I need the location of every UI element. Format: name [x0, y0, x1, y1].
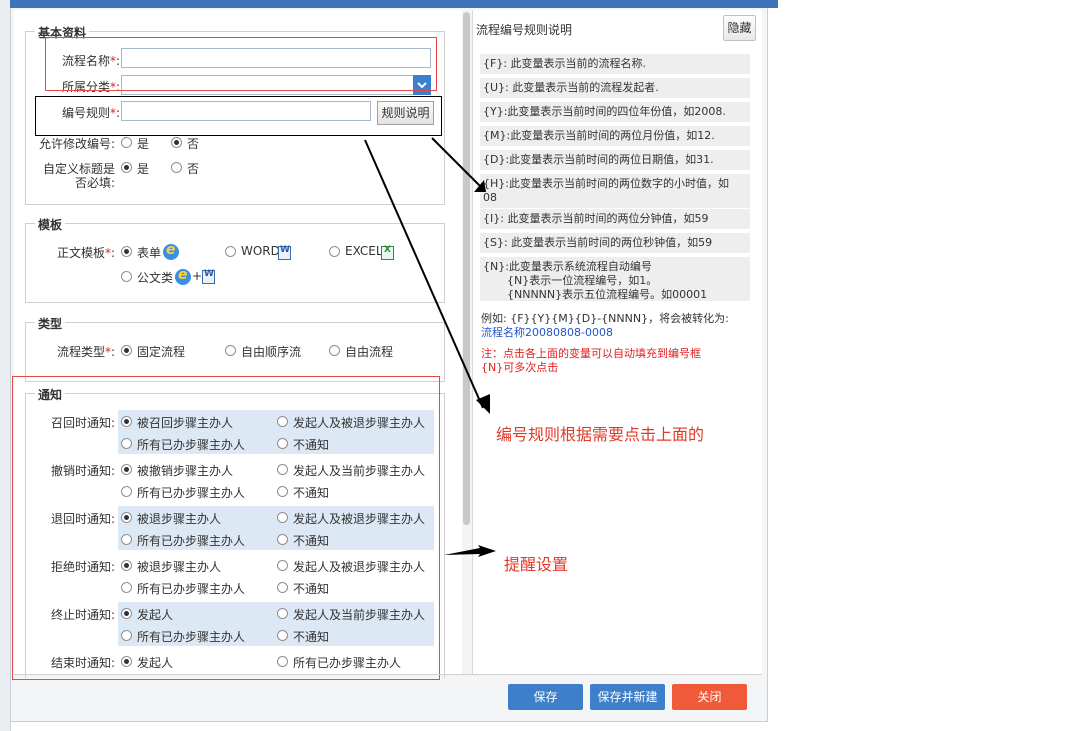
annotation-code-hint: 编号规则根据需要点击上面的 [496, 425, 705, 444]
arrow-line-code-hint [364, 139, 484, 409]
footer-divider [14, 674, 762, 675]
save-and-new-button[interactable]: 保存并新建 [590, 684, 665, 710]
save-button[interactable]: 保存 [508, 684, 583, 710]
annotation-arrows [364, 137, 496, 557]
arrow-line-to-help [431, 137, 481, 187]
close-button[interactable]: 关闭 [672, 684, 747, 710]
arrow-reminder [444, 545, 496, 557]
annotation-reminder: 提醒设置 [504, 555, 569, 574]
